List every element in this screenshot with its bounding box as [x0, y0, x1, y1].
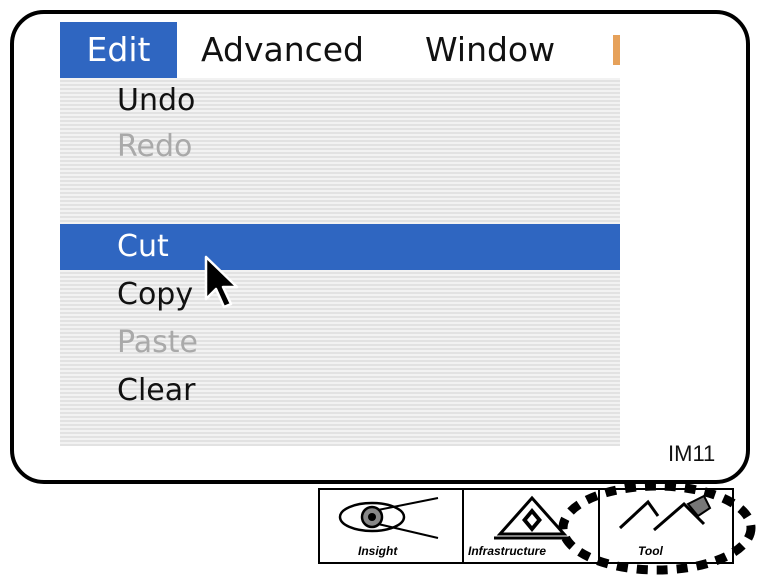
- menu-edit[interactable]: Edit: [60, 22, 177, 78]
- insight-label: Insight: [358, 544, 398, 558]
- eye-target-icon: [338, 497, 439, 539]
- mouse-cursor-icon: [204, 255, 239, 309]
- menu-window[interactable]: Window: [425, 22, 555, 78]
- infrastructure-label: Infrastructure: [468, 544, 547, 558]
- edit-dropdown-menu: Undo Redo Cut Copy Paste Clear: [60, 78, 620, 446]
- menu-item-copy[interactable]: Copy: [60, 272, 620, 318]
- menu-advanced[interactable]: Advanced: [201, 22, 364, 78]
- figure-label: IM11: [668, 441, 716, 466]
- dashed-highlight-ring: [558, 481, 756, 575]
- menu-item-paste[interactable]: Paste: [60, 320, 620, 366]
- menu-item-clear[interactable]: Clear: [60, 368, 620, 414]
- menu-item-undo[interactable]: Undo: [60, 78, 620, 124]
- insight-box: Insight: [318, 488, 464, 564]
- menu-item-redo[interactable]: Redo: [60, 124, 620, 170]
- menu-next-partial[interactable]: [613, 35, 620, 65]
- menu-item-cut[interactable]: Cut: [60, 224, 620, 270]
- menu-bar: Edit Advanced Window: [60, 22, 620, 78]
